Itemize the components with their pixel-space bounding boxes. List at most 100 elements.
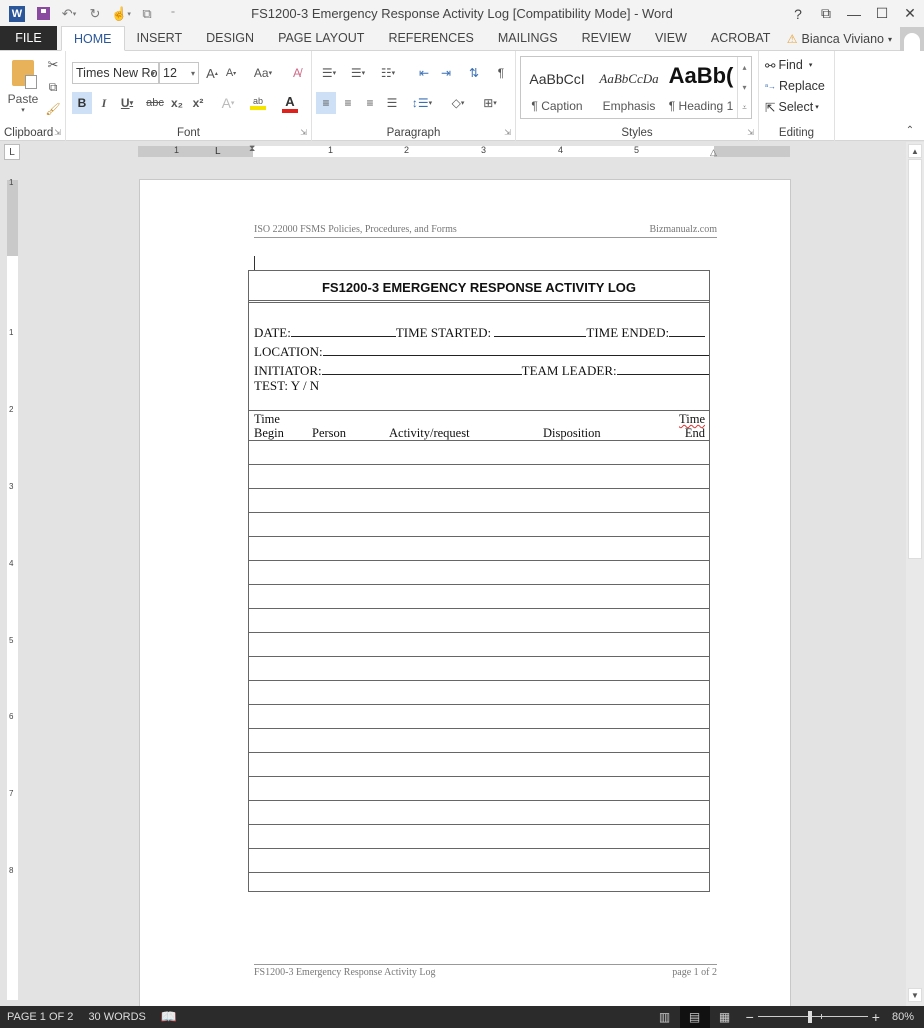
highlight-color-button[interactable]: ab bbox=[244, 92, 272, 114]
font-launcher-icon[interactable]: ⇲ bbox=[300, 128, 307, 137]
print-preview-icon[interactable]: ⧉ bbox=[136, 4, 158, 24]
align-left-button[interactable]: ≡ bbox=[316, 92, 336, 114]
format-painter-icon[interactable]: 🖌 bbox=[45, 101, 61, 117]
line-spacing-button[interactable]: ↕☰ ▾ bbox=[408, 92, 436, 114]
initiator-field[interactable] bbox=[321, 363, 522, 375]
table-row[interactable] bbox=[249, 873, 709, 897]
underline-button[interactable]: U ▾ bbox=[115, 92, 139, 114]
save-icon[interactable] bbox=[32, 4, 54, 24]
subscript-button[interactable]: x₂ bbox=[168, 92, 186, 114]
clipboard-launcher-icon[interactable]: ⇲ bbox=[54, 128, 61, 137]
page-count[interactable]: PAGE 1 OF 2 bbox=[7, 1011, 73, 1023]
tab-file[interactable]: FILE bbox=[0, 26, 57, 50]
team-leader-field[interactable] bbox=[616, 363, 709, 375]
zoom-in-button[interactable]: + bbox=[872, 1009, 880, 1025]
vertical-scrollbar[interactable]: ▲ ▼ bbox=[906, 142, 924, 1006]
multilevel-list-button[interactable]: ☷ ▾ bbox=[374, 63, 402, 83]
styles-scroll-down[interactable]: ▾ bbox=[737, 77, 751, 97]
change-case-button[interactable]: Aa ▾ bbox=[249, 64, 277, 82]
bullets-button[interactable]: ☰ ▾ bbox=[316, 63, 342, 83]
cut-icon[interactable]: ✂ bbox=[45, 57, 61, 73]
align-center-button[interactable]: ≡ bbox=[338, 92, 358, 114]
date-field[interactable] bbox=[290, 325, 396, 337]
document-page[interactable]: ISO 22000 FSMS Policies, Procedures, and… bbox=[139, 179, 791, 1028]
table-row[interactable] bbox=[249, 513, 709, 537]
table-row[interactable] bbox=[249, 753, 709, 777]
table-row[interactable] bbox=[249, 801, 709, 825]
table-row[interactable] bbox=[249, 849, 709, 873]
show-formatting-button[interactable]: ¶ bbox=[492, 63, 510, 83]
tab-page-layout[interactable]: PAGE LAYOUT bbox=[266, 26, 376, 50]
read-mode-icon[interactable]: ▥ bbox=[650, 1006, 680, 1028]
table-row[interactable] bbox=[249, 705, 709, 729]
select-button[interactable]: ⇱ Select ▾ bbox=[765, 97, 819, 117]
table-row[interactable] bbox=[249, 465, 709, 489]
numbering-button[interactable]: ☰ ▾ bbox=[345, 63, 371, 83]
tab-view[interactable]: VIEW bbox=[643, 26, 699, 50]
location-field[interactable] bbox=[322, 344, 709, 356]
decrease-indent-button[interactable]: ⇤ bbox=[414, 63, 434, 83]
vertical-ruler[interactable]: 1 1 2 3 4 5 6 7 8 bbox=[7, 178, 18, 1000]
tab-home[interactable]: HOME bbox=[61, 26, 125, 51]
customize-qat-icon[interactable]: ⁼ bbox=[162, 4, 184, 24]
touch-mode-icon[interactable]: ☝ ▾ bbox=[110, 4, 132, 24]
table-row[interactable] bbox=[249, 657, 709, 681]
justify-button[interactable]: ☰ bbox=[382, 92, 402, 114]
paragraph-launcher-icon[interactable]: ⇲ bbox=[504, 128, 511, 137]
scroll-up-icon[interactable]: ▲ bbox=[908, 144, 922, 158]
time-ended-field[interactable] bbox=[669, 325, 706, 337]
word-logo-icon[interactable]: W bbox=[6, 4, 28, 24]
table-row[interactable] bbox=[249, 585, 709, 609]
left-indent-marker[interactable]: ⧗ bbox=[249, 143, 255, 154]
right-indent-marker[interactable]: △ bbox=[710, 147, 717, 158]
text-effects-button[interactable]: A ▾ bbox=[216, 92, 240, 114]
tab-acrobat[interactable]: ACROBAT bbox=[699, 26, 783, 50]
replace-button[interactable]: ᵃ→ Replace bbox=[765, 76, 825, 96]
increase-indent-button[interactable]: ⇥ bbox=[436, 63, 456, 83]
horizontal-ruler[interactable]: 1 1 2 3 4 5 ⧗ △ L bbox=[138, 143, 790, 158]
word-count[interactable]: 30 WORDS bbox=[88, 1011, 145, 1023]
style-emphasis[interactable]: AaBbCcDa Emphasis bbox=[593, 57, 665, 118]
scroll-thumb[interactable] bbox=[908, 159, 922, 559]
close-button[interactable]: ✕ bbox=[896, 0, 924, 27]
shrink-font-button[interactable]: A ▾ bbox=[223, 64, 239, 82]
tab-stop-marker[interactable]: L bbox=[215, 146, 221, 157]
sort-button[interactable]: ⇅ bbox=[464, 63, 484, 83]
italic-button[interactable]: I bbox=[95, 92, 113, 114]
tab-insert[interactable]: INSERT bbox=[125, 26, 195, 50]
collapse-ribbon-icon[interactable]: ⌃ bbox=[902, 123, 918, 137]
styles-scroll-up[interactable]: ▴ bbox=[737, 57, 751, 77]
styles-more[interactable]: ⩡ bbox=[737, 97, 751, 118]
scroll-down-icon[interactable]: ▼ bbox=[908, 988, 922, 1002]
grow-font-button[interactable]: A ▴ bbox=[204, 64, 220, 82]
font-name-select[interactable]: Times New Ro ▾ bbox=[72, 62, 159, 84]
tab-references[interactable]: REFERENCES bbox=[376, 26, 485, 50]
style-caption[interactable]: AaBbCcI ¶ Caption bbox=[521, 57, 593, 118]
proofing-icon[interactable]: 📖 bbox=[161, 1009, 177, 1025]
time-started-field[interactable] bbox=[494, 325, 587, 337]
table-row[interactable] bbox=[249, 561, 709, 585]
web-layout-icon[interactable]: ▦ bbox=[710, 1006, 740, 1028]
superscript-button[interactable]: x² bbox=[189, 92, 207, 114]
font-color-button[interactable]: A bbox=[276, 92, 304, 114]
table-row[interactable] bbox=[249, 441, 709, 465]
find-button[interactable]: ⚯ Find ▾ bbox=[765, 55, 812, 75]
table-row[interactable] bbox=[249, 777, 709, 801]
zoom-level[interactable]: 80% bbox=[892, 1011, 914, 1023]
tab-review[interactable]: REVIEW bbox=[570, 26, 643, 50]
tab-mailings[interactable]: MAILINGS bbox=[486, 26, 570, 50]
user-account[interactable]: ⚠ Bianca Viviano ▾ bbox=[787, 27, 924, 51]
style-heading-1[interactable]: AaBb( ¶ Heading 1 bbox=[665, 57, 737, 118]
bold-button[interactable]: B bbox=[72, 92, 92, 114]
ribbon-display-options-button[interactable]: ⧉ bbox=[812, 0, 840, 27]
table-row[interactable] bbox=[249, 681, 709, 705]
table-row[interactable] bbox=[249, 537, 709, 561]
copy-icon[interactable]: ⧉ bbox=[45, 79, 61, 95]
redo-icon[interactable]: ↻ bbox=[84, 4, 106, 24]
minimize-button[interactable]: — bbox=[840, 0, 868, 27]
table-row[interactable] bbox=[249, 633, 709, 657]
zoom-slider[interactable] bbox=[757, 1006, 868, 1028]
clear-formatting-icon[interactable]: A̸ bbox=[288, 64, 306, 82]
undo-icon[interactable]: ↶ ▾ bbox=[58, 4, 80, 24]
font-size-select[interactable]: 12 ▾ bbox=[159, 62, 199, 84]
